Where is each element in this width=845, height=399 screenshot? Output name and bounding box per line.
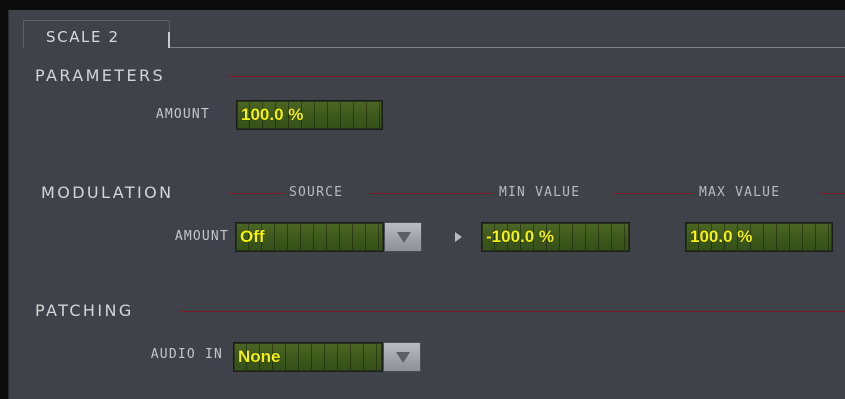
modulation-divider-2 — [369, 193, 494, 194]
modulation-divider-4 — [819, 193, 845, 194]
column-header-max-value: MAX VALUE — [699, 185, 781, 200]
patching-audio-in-value: None — [238, 347, 281, 366]
modulation-source-dropdown[interactable]: Off — [235, 222, 384, 252]
parameters-divider — [227, 76, 845, 77]
modulation-divider-3 — [614, 193, 694, 194]
patching-audio-in-label: AUDIO IN — [150, 347, 223, 362]
modulation-min-value-display[interactable]: -100.0 % — [481, 222, 630, 252]
modulation-source-value: Off — [240, 227, 265, 246]
arrow-right-icon — [455, 232, 462, 242]
modulation-max-value: 100.0 % — [690, 227, 753, 246]
patching-divider — [180, 311, 845, 312]
section-title-parameters: PARAMETERS — [35, 66, 166, 85]
column-header-source: SOURCE — [289, 185, 344, 200]
parameters-amount-label: AMOUNT — [155, 107, 210, 122]
column-header-min-value: MIN VALUE — [499, 185, 581, 200]
tab-baseline — [170, 47, 845, 48]
tab-label: SCALE 2 — [46, 28, 120, 46]
modulation-divider-1 — [228, 193, 285, 194]
patching-audio-in-dropdown[interactable]: None — [233, 342, 383, 372]
section-title-modulation: MODULATION — [41, 183, 174, 202]
modulation-amount-label: AMOUNT — [174, 229, 229, 244]
chevron-down-icon — [397, 232, 411, 243]
modulation-min-value: -100.0 % — [486, 227, 555, 246]
parameters-amount-value: 100.0 % — [241, 105, 304, 124]
parameters-amount-display[interactable]: 100.0 % — [236, 100, 383, 130]
modulation-max-value-display[interactable]: 100.0 % — [685, 222, 833, 252]
section-title-patching: PATCHING — [35, 301, 134, 320]
tab-scale-2[interactable]: SCALE 2 — [23, 20, 170, 48]
modulation-source-dropdown-button[interactable] — [384, 222, 422, 252]
chevron-down-icon — [396, 352, 410, 363]
tab-divider — [168, 32, 170, 48]
device-panel: SCALE 2 PARAMETERS AMOUNT 100.0 % MODULA… — [8, 10, 845, 399]
patching-audio-in-dropdown-button[interactable] — [383, 342, 421, 372]
